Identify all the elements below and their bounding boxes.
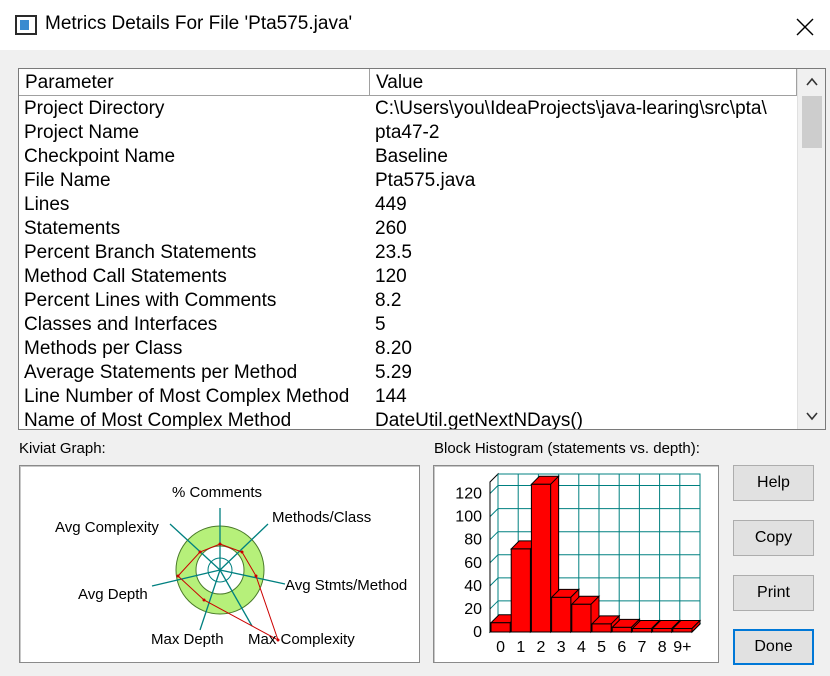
value-cell: 5 [375,314,386,335]
table-row[interactable]: Classes and Interfaces 5 [19,313,797,337]
value-cell: Baseline [375,146,448,167]
value-cell: 5.29 [375,362,412,383]
kiviat-graph: % Comments Methods/Class Avg Complexity … [55,484,407,648]
parameter-cell: Lines [24,194,70,215]
kiviat-graph-panel: % Comments Methods/Class Avg Complexity … [19,465,420,663]
scroll-down-button[interactable] [798,403,825,429]
table-row[interactable]: Lines 449 [19,193,797,217]
histogram-section-label: Block Histogram (statements vs. depth): [434,440,700,457]
value-cell: 260 [375,218,407,239]
parameter-cell: Percent Branch Statements [24,242,257,263]
table-body: Project Directory C:\Users\you\IdeaProjec… [19,97,797,430]
parameter-cell: File Name [24,170,111,191]
parameter-cell: Classes and Interfaces [24,314,218,335]
kiviat-axis-max-depth: Max Depth [151,631,224,648]
y-tick-label: 20 [464,601,482,618]
table-row[interactable]: Checkpoint Name Baseline [19,145,797,169]
table-row[interactable]: Average Statements per Method 5.29 [19,361,797,385]
parameter-cell: Percent Lines with Comments [24,290,277,311]
y-tick-label: 80 [464,532,482,549]
histogram-panel: 0 20 40 60 80 100 120 0 1 2 3 4 5 6 7 8 9+ [433,465,719,663]
value-cell: 449 [375,194,407,215]
x-tick-label: 8 [658,639,667,656]
value-cell: DateUtil.getNextNDays() [375,410,583,430]
y-tick-label: 60 [464,555,482,572]
y-tick-label: 40 [464,578,482,595]
title-bar: Metrics Details For File 'Pta575.java' [0,0,830,50]
kiviat-axis-avg-complexity: Avg Complexity [55,519,159,536]
x-tick-label: 2 [537,639,546,656]
x-tick-label: 4 [577,639,586,656]
table-header: Parameter Value [19,69,797,96]
scroll-up-button[interactable] [798,69,825,95]
value-cell: Pta575.java [375,170,476,191]
vertical-scrollbar[interactable] [797,69,825,429]
table-row[interactable]: File Name Pta575.java [19,169,797,193]
parameter-cell: Average Statements per Method [24,362,298,383]
x-tick-label: 5 [597,639,606,656]
x-tick-label: 0 [496,639,505,656]
kiviat-axis-methods-class: Methods/Class [272,509,371,526]
table-row[interactable]: Name of Most Complex Method DateUtil.getN… [19,409,797,430]
value-cell: 120 [375,266,407,287]
parameter-cell: Line Number of Most Complex Method [24,386,350,407]
parameter-cell: Project Name [24,122,140,143]
value-cell: 8.20 [375,338,412,359]
table-row[interactable]: Percent Lines with Comments 8.2 [19,289,797,313]
table-row[interactable]: Methods per Class 8.20 [19,337,797,361]
x-tick-label: 3 [557,639,566,656]
copy-button[interactable]: Copy [733,520,814,556]
column-header-value[interactable]: Value [370,69,797,96]
value-cell: C:\Users\you\IdeaProjects\java-learing\s… [375,98,767,119]
parameter-cell: Project Directory [24,98,165,119]
parameter-cell: Statements [24,218,121,239]
close-button[interactable] [780,6,828,46]
value-cell: 23.5 [375,242,412,263]
close-icon [796,18,814,36]
y-tick-label: 0 [473,624,482,641]
table-row[interactable]: Line Number of Most Complex Method 144 [19,385,797,409]
help-button[interactable]: Help [733,465,814,501]
x-tick-label: 9+ [673,639,691,656]
window-title: Metrics Details For File 'Pta575.java' [45,13,353,34]
done-button[interactable]: Done [733,629,814,665]
table-row[interactable]: Method Call Statements 120 [19,265,797,289]
table-row[interactable]: Project Directory C:\Users\you\IdeaProjec… [19,97,797,121]
parameter-cell: Methods per Class [24,338,183,359]
parameter-cell: Method Call Statements [24,266,227,287]
kiviat-axis-avg-stmts: Avg Stmts/Method [285,577,407,594]
kiviat-axis-max-complexity: Max Complexity [248,631,355,648]
table-row[interactable]: Statements 260 [19,217,797,241]
value-cell: pta47-2 [375,122,440,143]
metrics-table: Parameter Value Project Directory C:\User… [18,68,826,430]
scroll-thumb[interactable] [802,96,822,148]
kiviat-axis-comments: % Comments [172,484,262,501]
x-tick-label: 6 [617,639,626,656]
table-row[interactable]: Percent Branch Statements 23.5 [19,241,797,265]
column-header-parameter[interactable]: Parameter [19,69,370,96]
chevron-down-icon [806,412,818,421]
x-tick-label: 7 [638,639,647,656]
parameter-cell: Checkpoint Name [24,146,176,167]
value-cell: 144 [375,386,407,407]
y-tick-label: 120 [455,486,482,503]
kiviat-section-label: Kiviat Graph: [19,440,106,457]
app-window-icon [15,15,37,35]
chevron-up-icon [806,77,818,86]
parameter-cell: Name of Most Complex Method [24,410,292,430]
print-button[interactable]: Print [733,575,814,611]
kiviat-axis-avg-depth: Avg Depth [78,586,148,603]
block-histogram-chart: 0204060801001200 1 2 3 4 5 6 7 8 9+ [455,472,702,656]
x-tick-label: 1 [516,639,525,656]
value-cell: 8.2 [375,290,402,311]
y-tick-label: 100 [455,509,482,526]
table-row[interactable]: Project Name pta47-2 [19,121,797,145]
